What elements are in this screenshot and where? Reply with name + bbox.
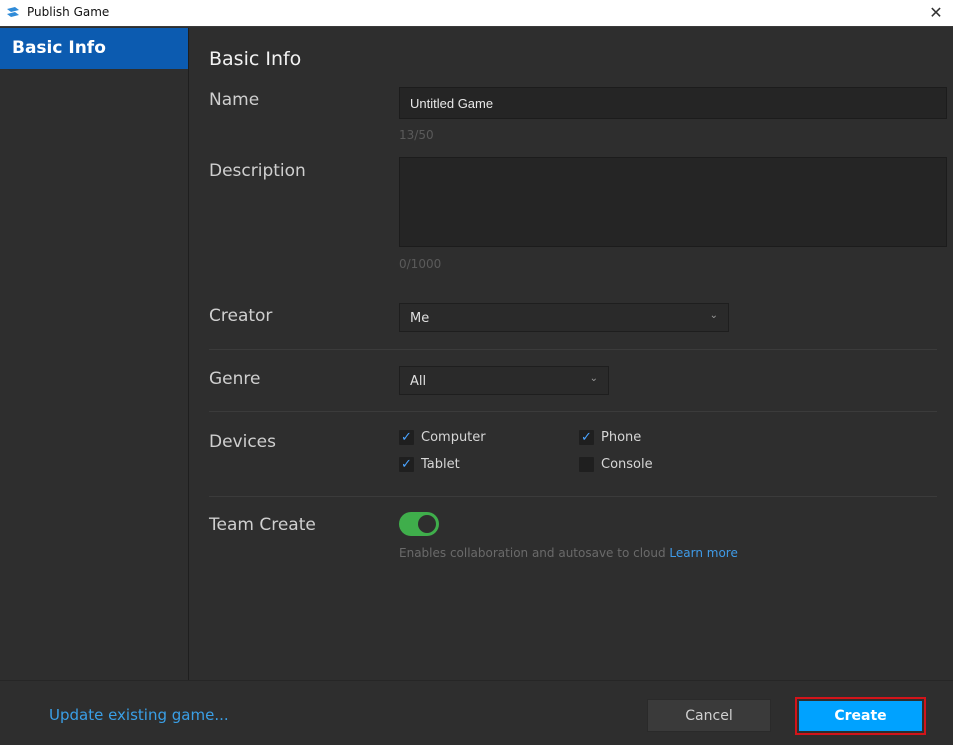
sidebar: Basic Info [0, 28, 189, 680]
name-label: Name [209, 90, 260, 110]
create-button-highlight[interactable]: Create [795, 697, 926, 735]
name-counter: 13/50 [399, 128, 434, 142]
main-content: Basic Info Name 13/50 Description 0/1000… [190, 28, 953, 680]
description-label: Description [209, 161, 306, 181]
creator-value: Me [410, 311, 430, 326]
creator-select[interactable]: Me ⌄ [399, 303, 729, 332]
name-input[interactable] [399, 87, 947, 119]
cancel-button[interactable]: Cancel [647, 699, 771, 732]
create-button[interactable]: Create [799, 701, 922, 731]
genre-value: All [410, 374, 427, 389]
team-create-hint: Enables collaboration and autosave to cl… [399, 546, 738, 560]
device-checkbox-tablet[interactable]: ✓ Tablet [399, 457, 460, 472]
checkmark-icon: ✓ [399, 457, 414, 472]
close-icon[interactable]: ✕ [925, 2, 947, 24]
device-checkbox-console[interactable]: Console [579, 457, 653, 472]
genre-select[interactable]: All ⌄ [399, 366, 609, 395]
sidebar-item-basic-info[interactable]: Basic Info [0, 28, 188, 69]
checkmark-icon: ✓ [579, 430, 594, 445]
devices-label: Devices [209, 432, 276, 452]
divider [209, 411, 937, 412]
team-create-label: Team Create [209, 515, 316, 535]
empty-checkbox-icon [579, 457, 594, 472]
page-title: Basic Info [209, 48, 302, 70]
divider [209, 349, 937, 350]
device-checkbox-phone[interactable]: ✓ Phone [579, 430, 641, 445]
checkmark-icon: ✓ [399, 430, 414, 445]
description-input[interactable] [399, 157, 947, 247]
update-existing-game-link[interactable]: Update existing game... [49, 706, 229, 724]
genre-label: Genre [209, 369, 261, 389]
title-bar: Publish Game ✕ [0, 0, 953, 27]
window-title: Publish Game [27, 5, 110, 19]
chevron-down-icon: ⌄ [709, 310, 718, 321]
description-counter: 0/1000 [399, 257, 442, 271]
creator-label: Creator [209, 306, 273, 326]
chevron-down-icon: ⌄ [589, 373, 598, 384]
device-checkbox-computer[interactable]: ✓ Computer [399, 430, 486, 445]
footer: Update existing game... Cancel Create [0, 680, 953, 745]
divider [209, 496, 937, 497]
team-create-toggle[interactable] [399, 512, 439, 536]
learn-more-link[interactable]: Learn more [669, 546, 737, 560]
toggle-knob [418, 515, 436, 533]
roblox-studio-icon [7, 7, 19, 17]
